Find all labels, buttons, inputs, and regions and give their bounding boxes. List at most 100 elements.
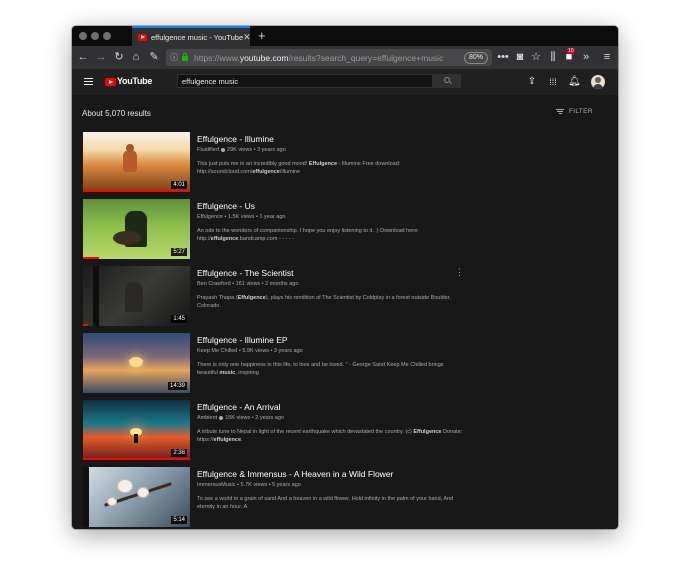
more-dots-icon[interactable]: ••• — [496, 49, 510, 65]
duration-badge: 1:45 — [171, 315, 187, 323]
video-title[interactable]: Effulgence - The Scientist — [197, 268, 497, 279]
views-and-age: 5.7K views • 5 years ago — [240, 482, 301, 488]
list-item[interactable]: 5:14 Effulgence & Immensus - A Heaven in… — [83, 467, 533, 527]
video-title[interactable]: Effulgence - Us — [197, 201, 497, 212]
browser-window: effulgence music - YouTube ✕ + ← → ↻ ⌂ ✎… — [72, 26, 618, 529]
list-item[interactable]: 2:38 Effulgence - An Arrival Ambient 15K … — [83, 400, 533, 460]
pocket-icon[interactable]: ◙ — [513, 49, 527, 65]
channel-name[interactable]: Fluidified — [197, 147, 219, 153]
maximize-window-button[interactable] — [103, 32, 111, 40]
url-domain: youtube.com — [239, 52, 289, 63]
list-item[interactable]: 14:39 Effulgence - Illumine EP Keep Me C… — [83, 333, 533, 393]
minimize-window-button[interactable] — [91, 32, 99, 40]
url-prefix: https://www. — [194, 52, 240, 63]
video-thumbnail[interactable]: 2:38 — [83, 400, 190, 460]
duration-badge: 14:39 — [167, 382, 187, 390]
views-and-age: 161 views • 2 months ago — [235, 281, 299, 287]
watch-progress-bar — [83, 324, 89, 326]
video-title[interactable]: Effulgence - Illumine — [197, 134, 497, 145]
video-thumbnail[interactable]: 4:01 — [83, 132, 190, 192]
forward-arrow-icon[interactable]: → — [94, 49, 108, 65]
views-and-age: 5.9K views • 3 years ago — [242, 348, 303, 354]
results-count: About 5,070 results — [82, 109, 151, 118]
url-path: /results?search_query=effulgence+music — [288, 52, 444, 63]
list-item[interactable]: 1:45 Effulgence - The Scientist Ben Craw… — [83, 266, 533, 326]
duration-badge: 5:27 — [171, 248, 187, 256]
youtube-header: YouTube ⇪ ⁞⁞⁞ 🔔︎ — [72, 69, 618, 95]
video-thumbnail[interactable]: 14:39 — [83, 333, 190, 393]
channel-name[interactable]: Ambient — [197, 415, 217, 421]
tab-close-icon[interactable]: ✕ — [243, 32, 251, 43]
duration-badge: 4:01 — [171, 181, 187, 189]
video-description: To see a world in a grain of sand And a … — [197, 496, 454, 510]
bookmark-star-icon[interactable]: ☆ — [529, 49, 543, 65]
channel-name[interactable]: ImmersusMusic — [197, 482, 236, 488]
url-bar[interactable]: ⓘ https://www.youtube.com/results?search… — [166, 49, 492, 66]
video-thumbnail[interactable]: 1:45 — [83, 266, 190, 326]
apps-grid-icon[interactable]: ⁞⁞⁞ — [547, 75, 559, 89]
watch-progress-bar — [83, 257, 100, 259]
new-tab-button[interactable]: + — [258, 27, 266, 44]
video-description: A tribute tune to Nepal in light of the … — [197, 429, 463, 443]
video-description: An ode to the wonders of companionship. … — [197, 228, 419, 242]
duration-badge: 2:38 — [171, 449, 187, 457]
watch-progress-bar — [83, 190, 190, 192]
tab-title: effulgence music - YouTube — [151, 32, 244, 42]
bell-icon[interactable]: 🔔︎ — [568, 75, 581, 89]
close-window-button[interactable] — [79, 32, 87, 40]
upload-icon[interactable]: ⇪ — [526, 75, 538, 89]
extension-badge: 10 — [567, 48, 575, 54]
video-meta: Fluidified 29K views • 3 years ago — [197, 146, 497, 155]
video-meta: Effulgence • 1.5K views • 1 year ago — [197, 214, 286, 220]
channel-name[interactable]: Ben Crawford — [197, 281, 231, 287]
search-icon — [444, 77, 450, 83]
list-item[interactable]: 4:01 Effulgence - Illumine Fluidified 29K… — [83, 132, 533, 192]
filter-button[interactable]: FILTER — [569, 108, 593, 115]
video-meta: ImmersusMusic • 5.7K views • 5 years ago — [197, 482, 301, 488]
menu-icon[interactable]: ≡ — [600, 49, 614, 65]
video-title[interactable]: Effulgence - Illumine EP — [197, 335, 497, 346]
channel-name[interactable]: Keep Me Chilled — [197, 348, 237, 354]
hamburger-icon[interactable] — [84, 78, 93, 85]
filter-icon[interactable] — [556, 109, 564, 115]
views-and-age: 1.5K views • 1 year ago — [227, 214, 286, 220]
verified-icon — [221, 147, 226, 152]
list-item[interactable]: 5:27 Effulgence - Us Effulgence • 1.5K v… — [83, 199, 533, 259]
youtube-logo[interactable] — [105, 78, 116, 86]
search-results-page: About 5,070 results FILTER 4:01 Effulgen… — [72, 95, 618, 529]
info-icon[interactable]: ⓘ — [170, 52, 178, 63]
youtube-logo-text[interactable]: YouTube — [117, 76, 152, 86]
overflow-icon[interactable]: » — [579, 49, 593, 65]
video-description: Prayash Thapa (Effulgence), plays his re… — [197, 295, 451, 309]
youtube-favicon-icon — [138, 33, 147, 41]
watch-progress-bar — [83, 458, 190, 460]
back-arrow-icon[interactable]: ← — [76, 49, 90, 65]
lock-icon[interactable] — [182, 53, 188, 61]
tab-bar: effulgence music - YouTube ✕ + — [72, 26, 618, 46]
views-and-age: 29K views • 3 years ago — [227, 147, 286, 153]
video-title[interactable]: Effulgence - An Arrival — [197, 402, 497, 413]
reload-icon[interactable]: ↻ — [112, 49, 126, 65]
home-icon[interactable]: ⌂ — [129, 49, 143, 65]
more-vert-icon[interactable]: ⋮ — [455, 268, 464, 277]
verified-icon — [219, 415, 224, 420]
video-title[interactable]: Effulgence & Immensus - A Heaven in a Wi… — [197, 469, 497, 480]
views-and-age: 15K views • 2 years ago — [225, 415, 284, 421]
video-meta: Keep Me Chilled • 5.9K views • 3 years a… — [197, 348, 303, 354]
library-icon[interactable]: ⫼ — [546, 49, 560, 65]
search-input[interactable] — [177, 74, 433, 88]
search-button[interactable] — [433, 74, 461, 88]
video-thumbnail[interactable]: 5:27 — [83, 199, 190, 259]
video-thumbnail[interactable]: 5:14 — [83, 467, 190, 527]
avatar[interactable] — [591, 75, 605, 89]
navigation-toolbar: ← → ↻ ⌂ ✎ ⓘ https://www.youtube.com/resu… — [72, 46, 618, 69]
duration-badge: 5:14 — [171, 516, 187, 524]
video-meta: Ambient 15K views • 2 years ago — [197, 414, 497, 423]
zoom-level-badge[interactable]: 80% — [463, 51, 488, 64]
video-description: This just puts me in an incredibly good … — [197, 161, 401, 175]
wrench-icon[interactable]: ✎ — [147, 49, 161, 65]
video-meta: Ben Crawford • 161 views • 2 months ago — [197, 281, 299, 287]
tab-youtube[interactable]: effulgence music - YouTube ✕ — [132, 26, 251, 46]
channel-name[interactable]: Effulgence — [197, 214, 223, 220]
url-text[interactable]: https://www.youtube.com/results?search_q… — [194, 53, 464, 63]
